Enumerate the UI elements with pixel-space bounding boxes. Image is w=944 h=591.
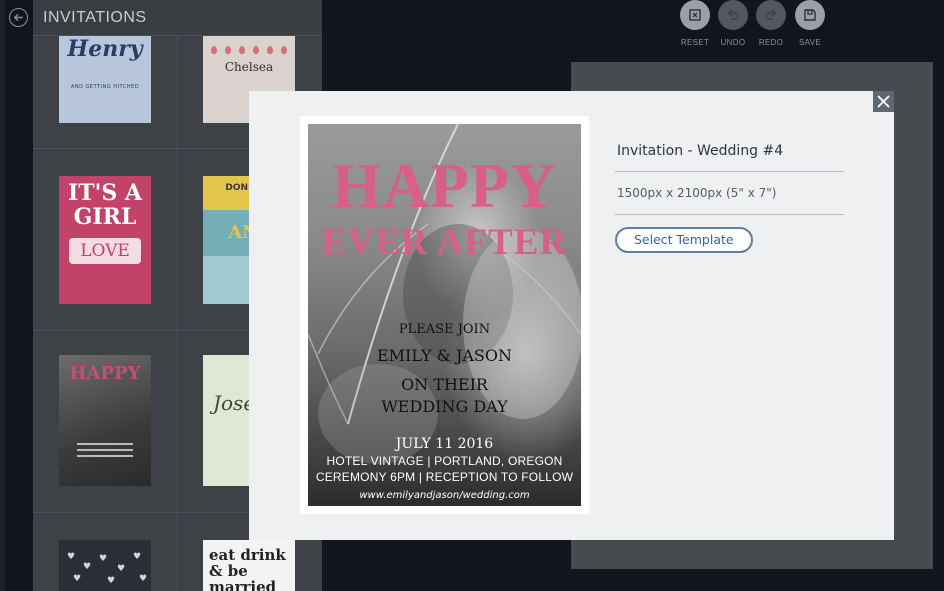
heart-icon: ♥ — [83, 562, 92, 572]
template-thumbnail-hearts[interactable]: ♥ ♥ ♥ ♥ ♥ ♥ ♥ ♥ — [59, 540, 151, 591]
reset-button[interactable]: RESET — [678, 0, 712, 47]
left-rail — [0, 0, 5, 591]
select-template-button[interactable]: Select Template — [615, 227, 753, 253]
sidebar-header: INVITATIONS — [33, 0, 322, 36]
heart-icon: ♥ — [99, 554, 108, 564]
heart-icon: ♥ — [67, 552, 76, 562]
raindrop-icon — [225, 46, 231, 54]
thumbnail-badge: LOVE — [69, 238, 141, 264]
heart-icon: ♥ — [107, 576, 116, 586]
template-dimensions: 1500px x 2100px (5" x 7") — [617, 186, 777, 200]
raindrop-icon — [253, 46, 259, 54]
template-title: Invitation - Wedding #4 — [617, 143, 784, 159]
template-info: Invitation - Wedding #4 1500px x 2100px … — [615, 143, 844, 253]
thumbnail-text: GIRL — [73, 204, 137, 230]
invitation-url: www.emilyandjason/wedding.com — [359, 490, 530, 501]
invitation-subheadline: EVER AFTER — [321, 222, 568, 263]
undo-icon — [718, 0, 748, 30]
invitation-text: WEDDING DAY — [381, 397, 508, 416]
undo-label: UNDO — [720, 38, 746, 47]
template-thumbnail-eat-drink-married[interactable]: eat drink & be married — [203, 540, 295, 591]
invitation-date: JULY 11 2016 — [395, 436, 494, 452]
back-button[interactable] — [9, 8, 28, 27]
redo-button[interactable]: REDO — [754, 0, 788, 47]
raindrop-icon — [267, 46, 273, 54]
save-button[interactable]: SAVE — [793, 0, 827, 47]
raindrop-pattern — [203, 36, 295, 54]
template-thumbnail-henry[interactable]: Henry AND GETTING HITCHED — [59, 36, 151, 123]
redo-icon — [756, 0, 786, 30]
heart-icon: ♥ — [117, 564, 126, 574]
thumbnail-text-line — [77, 449, 133, 451]
grid-divider-vertical — [177, 36, 178, 591]
invitation-venue: HOTEL VINTAGE | PORTLAND, OREGON — [326, 454, 563, 468]
divider — [615, 214, 844, 215]
thumbnail-text: HAPPY — [69, 363, 141, 384]
template-preview-image: HAPPY EVER AFTER PLEASE JOIN EMILY & JAS… — [308, 124, 581, 506]
template-preview-frame: HAPPY EVER AFTER PLEASE JOIN EMILY & JAS… — [300, 116, 589, 514]
thumbnail-subtext: AND GETTING HITCHED — [70, 84, 140, 90]
thumbnail-text: Chelsea — [224, 60, 274, 74]
heart-icon: ♥ — [133, 552, 142, 562]
raindrop-icon — [211, 46, 217, 54]
template-preview-modal: HAPPY EVER AFTER PLEASE JOIN EMILY & JAS… — [249, 91, 894, 540]
invitation-schedule: CEREMONY 6PM | RECEPTION TO FOLLOW — [315, 470, 574, 484]
save-label: SAVE — [799, 38, 821, 47]
close-button[interactable] — [873, 91, 894, 112]
raindrop-icon — [239, 46, 245, 54]
save-icon — [795, 0, 825, 30]
thumbnail-text: IT'S A — [67, 180, 142, 206]
sidebar-title: INVITATIONS — [43, 8, 147, 26]
close-icon — [877, 95, 890, 108]
redo-label: REDO — [758, 38, 784, 47]
thumbnail-text-line — [77, 455, 133, 457]
invitation-text: PLEASE JOIN — [398, 322, 491, 337]
heart-icon: ♥ — [73, 574, 82, 584]
reset-label: RESET — [680, 38, 710, 47]
invitation-headline: HAPPY — [331, 150, 558, 221]
invitation-names: EMILY & JASON — [376, 346, 512, 365]
thumbnail-text: eat drink & be married — [209, 546, 286, 591]
reset-icon — [680, 0, 710, 30]
heart-icon: ♥ — [139, 574, 148, 584]
arrow-left-circle-icon — [14, 14, 23, 21]
thumbnail-text-line — [77, 443, 133, 445]
template-thumbnail-happy-ever-after[interactable]: HAPPY — [59, 355, 151, 486]
thumbnail-text: Henry — [67, 36, 143, 62]
undo-button[interactable]: UNDO — [716, 0, 750, 47]
invitation-text: ON THEIR — [401, 375, 488, 394]
raindrop-icon — [281, 46, 287, 54]
template-thumbnail-its-a-girl[interactable]: IT'S A GIRL LOVE — [59, 176, 151, 304]
